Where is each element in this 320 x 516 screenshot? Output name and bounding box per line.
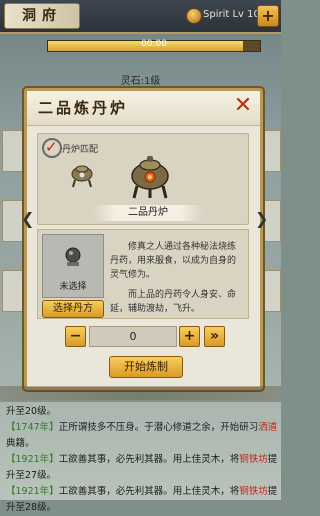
empty-recipe-orb-icon	[65, 247, 81, 266]
description-paragraph: 修真之人通过各种秘法烧练丹药，用来服食，以成为自身的灵气修为。	[110, 242, 237, 280]
event-log: 升至20级。 【1747年】正所谓技多不压身。于潜心修道之余，开始研习洒道 典籍…	[6, 404, 278, 516]
add-button[interactable]: +	[257, 5, 279, 27]
description-paragraph: 而上品的丹药令人身安、命延，辅助渡劫，飞升。	[110, 290, 237, 314]
checkmark-icon: ✓	[45, 138, 58, 156]
previous-arrow-icon[interactable]: ❮	[21, 209, 34, 228]
quantity-input[interactable]: 0	[89, 326, 177, 347]
progress-text: 00:00	[141, 39, 167, 49]
furnace-panel: ✓ 丹炉匹配 ❮ ❯ 二品丹炉	[21, 133, 268, 228]
dialog-header: 二品炼丹炉 ✕	[27, 91, 260, 126]
recipe-panel: 未选择 选择丹方 修真之人通过各种秘法烧练丹药，用来服食，以成为自身的灵气修为。…	[37, 229, 249, 319]
spirit-stone-icon	[186, 8, 202, 24]
dialog-title: 二品炼丹炉	[38, 99, 129, 117]
start-refining-button[interactable]: 开始炼制	[109, 356, 183, 378]
page-title: 洞府	[4, 3, 80, 29]
furnace-name: 二品丹炉	[93, 205, 203, 221]
small-furnace-icon[interactable]	[68, 162, 96, 188]
log-line: 升至27级。	[6, 470, 57, 481]
level-label: 灵石:1级	[120, 76, 161, 87]
recipe-slot[interactable]: 未选择	[42, 234, 104, 298]
decrease-button[interactable]: −	[65, 326, 86, 347]
log-line: 【1747年】正所谓技多不压身。于潜心修道之余，开始研习洒道	[6, 422, 278, 433]
top-bar: 洞府 Spirit Lv 10 +	[0, 0, 281, 34]
furnace-dialog: 二品炼丹炉 ✕ ✓ 丹炉匹配 ❮ ❯ 二品丹炉 未选择 选择丹方 修真之人通过各…	[21, 88, 268, 390]
next-arrow-icon[interactable]: ❯	[255, 209, 268, 228]
log-line: 升至20级。	[6, 406, 57, 417]
increase-button[interactable]: +	[179, 326, 200, 347]
close-button[interactable]: ✕	[232, 95, 254, 117]
recipe-description: 修真之人通过各种秘法烧练丹药，用来服食，以成为自身的灵气修为。 而上品的丹药令人…	[110, 240, 242, 322]
slot-status: 未选择	[59, 282, 87, 292]
max-button[interactable]: »	[204, 326, 225, 347]
choose-recipe-button[interactable]: 选择丹方	[42, 300, 104, 318]
match-label: 丹炉匹配	[62, 145, 99, 155]
log-line: 典籍。	[6, 438, 35, 449]
log-line: 【1921年】工欲善其事，必先利其器。用上佳灵木，将铜铁坊提	[6, 486, 278, 497]
big-furnace-icon	[131, 156, 169, 199]
log-line: 升至28级。	[6, 502, 57, 513]
progress-bar: 00:00	[47, 39, 261, 52]
log-divider	[0, 386, 281, 402]
log-line: 【1921年】工欲善其事，必先利其器。用上佳灵木，将铜铁坊提	[6, 454, 278, 465]
spirit-level-text: Spirit Lv 10	[203, 9, 260, 20]
